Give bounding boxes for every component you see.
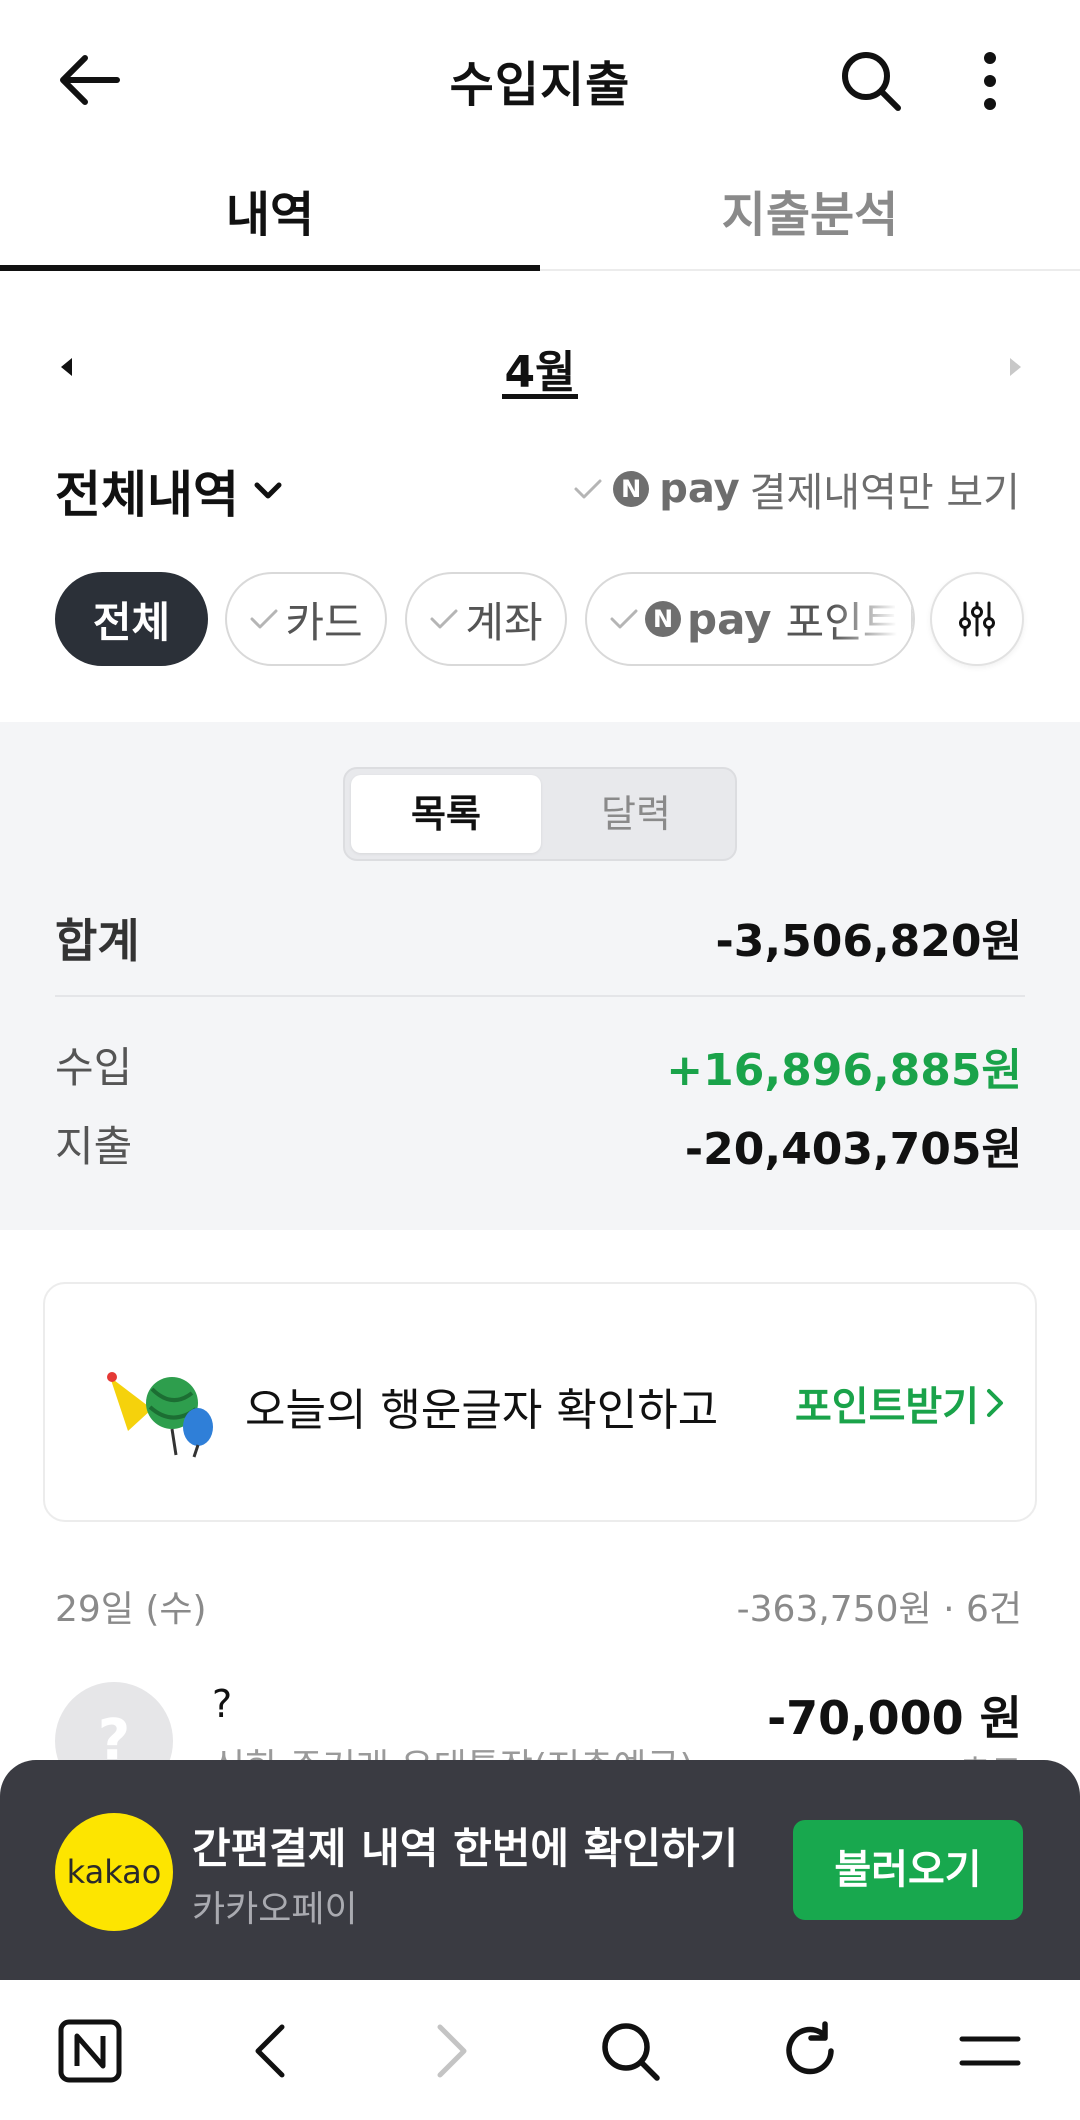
chip-scroll-edge: [911, 588, 913, 652]
npay-logo-icon: N: [645, 601, 681, 637]
chip-card-label: 카드: [285, 597, 363, 647]
income-value: +16,896,885원: [666, 1045, 1022, 1096]
caret-right-icon: [1010, 358, 1021, 376]
npay-only-label: 결제내역만 보기: [749, 470, 1020, 516]
npay-word: pay: [659, 466, 740, 512]
check-icon: [250, 609, 278, 629]
month-label[interactable]: 4월: [440, 336, 640, 400]
browser-toolbar: [0, 1980, 1080, 2120]
total-value: -3,506,820원: [715, 916, 1022, 967]
view-calendar-button[interactable]: 달력: [541, 775, 731, 853]
chip-all-label: 전체: [92, 597, 171, 647]
lucky-banner-text: 오늘의 행운글자 확인하고: [245, 1385, 719, 1436]
history-filter-dropdown[interactable]: 전체내역: [55, 455, 283, 527]
expense-value: -20,403,705원: [684, 1124, 1022, 1175]
browser-menu-button[interactable]: [955, 2016, 1025, 2086]
get-points-label: 포인트받기: [795, 1384, 979, 1430]
kakao-logo: kakao: [55, 1813, 173, 1931]
browser-forward-button[interactable]: [417, 2016, 487, 2086]
chevron-down-icon: [254, 482, 282, 499]
get-points-link[interactable]: 포인트받기: [795, 1374, 1005, 1432]
expense-label: 지출: [55, 1122, 133, 1171]
naver-home-icon: [58, 2019, 122, 2083]
filter-settings-button[interactable]: [930, 572, 1024, 666]
day-group-summary: -363,750원 · 6건: [736, 1589, 1022, 1630]
back-icon: [255, 2024, 285, 2078]
lucky-letter-banner[interactable]: 오늘의 행운글자 확인하고 포인트받기: [43, 1282, 1037, 1522]
chip-all[interactable]: 전체: [55, 572, 208, 666]
chevron-right-icon: [987, 1389, 1003, 1417]
chip-account-label: 계좌: [465, 597, 543, 647]
chip-fade: [833, 574, 913, 664]
transaction-amount: -70,000 원: [767, 1691, 1022, 1745]
check-icon: [574, 479, 602, 499]
app-header: 수입지출: [0, 0, 1080, 160]
summary-panel: 목록 달력 합계 -3,506,820원 수입 +16,896,885원 지출 …: [0, 722, 1080, 1230]
view-list-button[interactable]: 목록: [351, 775, 541, 853]
forward-icon: [437, 2024, 467, 2078]
day-group-label: 29일 (수): [55, 1589, 207, 1630]
party-balloon-icon: [107, 1372, 213, 1458]
search-icon: [842, 52, 901, 111]
more-options-button[interactable]: [970, 48, 1010, 114]
page-title: 수입지출: [449, 57, 631, 113]
summary-divider: [55, 995, 1025, 997]
income-label: 수입: [55, 1043, 133, 1092]
view-toggle: 목록 달력: [343, 767, 737, 861]
caret-left-icon: [61, 358, 72, 376]
total-label: 합계: [55, 914, 140, 968]
next-month-button[interactable]: [1000, 352, 1030, 382]
tab-spending-analysis[interactable]: 지출분석: [540, 165, 1080, 271]
check-icon: [430, 609, 458, 629]
check-icon: [610, 609, 638, 629]
history-filter-label: 전체내역: [55, 466, 239, 524]
month-underline: [502, 394, 578, 399]
promo-subtitle: 카카오페이: [192, 1889, 358, 1930]
import-button[interactable]: 불러오기: [793, 1820, 1023, 1920]
chip-npay-point[interactable]: N pay 포인트: [585, 572, 915, 666]
naver-home-button[interactable]: [55, 2016, 125, 2086]
tab-history[interactable]: 내역: [0, 165, 540, 271]
npay-only-toggle[interactable]: N pay 결제내역만 보기: [573, 460, 1020, 518]
browser-refresh-button[interactable]: [775, 2016, 845, 2086]
browser-search-button[interactable]: [595, 2016, 665, 2086]
more-vertical-icon: [984, 52, 996, 110]
browser-back-button[interactable]: [235, 2016, 305, 2086]
refresh-icon: [786, 2021, 834, 2075]
search-icon: [602, 2023, 660, 2081]
chip-card[interactable]: 카드: [225, 572, 387, 666]
sliders-icon: [959, 601, 995, 637]
transaction-name[interactable]: ?: [212, 1682, 232, 1726]
promo-title: 간편결제 내역 한번에 확인하기: [192, 1824, 739, 1873]
chip-account[interactable]: 계좌: [405, 572, 567, 666]
npay-word: pay: [687, 594, 772, 644]
prev-month-button[interactable]: [52, 352, 82, 382]
npay-logo-icon: N: [613, 471, 650, 507]
tab-bar: 내역 지출분석: [0, 165, 1080, 271]
search-button[interactable]: [838, 48, 904, 114]
kakaopay-import-banner: kakao 간편결제 내역 한번에 확인하기 카카오페이 불러오기: [0, 1760, 1080, 1980]
menu-icon: [959, 2036, 1021, 2066]
